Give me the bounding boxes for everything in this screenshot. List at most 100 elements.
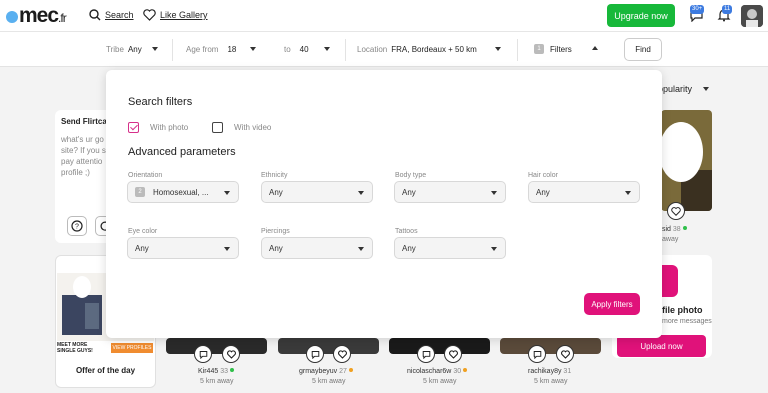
search-link[interactable]: Search	[89, 9, 134, 21]
top-header: mec.fr Search Like Gallery Upgrade now 3…	[0, 0, 768, 32]
hair-color-value: Any	[536, 187, 550, 197]
age-from-label: Age from	[186, 45, 219, 54]
with-photo-checkbox[interactable]	[128, 122, 139, 133]
with-video-checkbox[interactable]	[212, 122, 223, 133]
heart-icon	[560, 349, 570, 359]
avatar-image	[741, 5, 763, 27]
profile-age: 27	[339, 368, 347, 375]
age-from-value: 18	[227, 45, 237, 54]
message-button-4[interactable]	[528, 345, 546, 363]
offer-label: Offer of the day	[75, 366, 136, 375]
like-button-3[interactable]	[444, 345, 462, 363]
user-avatar[interactable]	[741, 5, 763, 27]
find-button[interactable]: Find	[624, 38, 662, 61]
right-like-button[interactable]	[667, 202, 685, 220]
age-to-filter[interactable]: to 40	[284, 45, 309, 54]
sort-chevron-down-icon	[703, 87, 709, 91]
profile-name-4[interactable]: rachikay8y 31	[528, 368, 571, 375]
chevron-down-icon	[358, 191, 364, 195]
message-button-2[interactable]	[306, 345, 324, 363]
like-button-2[interactable]	[333, 345, 351, 363]
search-link-label: Search	[105, 10, 134, 20]
location-chevron-down-icon	[495, 47, 501, 51]
right-profile-distance: away	[662, 236, 679, 243]
apply-filters-button[interactable]: Apply filters	[584, 293, 640, 315]
upload-photo-title: file photo	[662, 305, 703, 315]
flirtcast-text: what's ur go site? If you s pay attentio…	[61, 135, 106, 177]
right-profile-photo[interactable]	[661, 110, 712, 211]
profile-distance-4: 5 km away	[534, 378, 568, 385]
with-video-label: With video	[234, 123, 272, 132]
filters-label: Filters	[550, 45, 572, 54]
upgrade-button[interactable]: Upgrade now	[607, 4, 675, 27]
help-button[interactable]: ?	[67, 216, 87, 236]
profile-distance-3: 5 km away	[423, 378, 457, 385]
message-button-1[interactable]	[194, 345, 212, 363]
view-profiles-button[interactable]: VIEW PROFILES	[111, 343, 153, 353]
tattoos-value: Any	[402, 243, 416, 253]
away-indicator	[463, 368, 468, 372]
like-button-4[interactable]	[556, 345, 574, 363]
location-value: FRA, Bordeaux + 50 km	[391, 45, 477, 54]
heart-icon	[671, 206, 681, 216]
body-type-value: Any	[402, 187, 416, 197]
eye-color-select[interactable]: Any	[127, 237, 239, 259]
heart-icon	[448, 349, 458, 359]
ethnicity-select[interactable]: Any	[261, 181, 373, 203]
profile-age: 33	[220, 368, 228, 375]
tattoos-select[interactable]: Any	[394, 237, 506, 259]
chevron-down-icon	[358, 247, 364, 251]
sort-popularity[interactable]: opularity	[658, 84, 692, 94]
away-indicator	[348, 368, 353, 372]
divider	[172, 39, 173, 61]
filter-bar: Tribe Any Age from 18 to 40 Location FRA, Bo…	[0, 32, 768, 67]
search-filters-modal: Search filters With photo With video Adv…	[106, 70, 662, 338]
heart-icon	[143, 9, 156, 21]
profile-name-1[interactable]: Kir445 33	[198, 368, 234, 375]
tribe-filter[interactable]: Tribe Any	[106, 45, 142, 54]
eye-color-value: Any	[135, 243, 149, 253]
body-type-select[interactable]: Any	[394, 181, 506, 203]
body-type-label: Body type	[395, 172, 427, 179]
hair-color-select[interactable]: Any	[528, 181, 640, 203]
profile-age: 31	[563, 368, 572, 375]
profile-name-3[interactable]: nicolaschar6w 30	[407, 368, 468, 375]
filters-count-badge: 1	[534, 44, 544, 54]
ethnicity-value: Any	[269, 187, 283, 197]
hair-color-label: Hair color	[528, 172, 558, 179]
orientation-label: Orientation	[128, 172, 163, 179]
profile-photo-2[interactable]	[278, 338, 379, 354]
upload-now-button[interactable]: Upload now	[617, 335, 706, 357]
age-from-chevron-down-icon	[250, 47, 256, 51]
chevron-down-icon	[224, 191, 230, 195]
heart-icon	[337, 349, 347, 359]
message-button-3[interactable]	[417, 345, 435, 363]
piercings-label: Piercings	[261, 228, 290, 235]
filters-toggle[interactable]: Filters	[550, 45, 572, 54]
age-from-filter[interactable]: Age from 18	[186, 45, 236, 54]
profile-photo-1[interactable]	[166, 338, 267, 354]
site-logo[interactable]: mec.fr	[6, 4, 67, 28]
right-profile-name[interactable]: sid 38	[662, 226, 687, 233]
piercings-value: Any	[269, 243, 283, 253]
profile-photo-3[interactable]	[389, 338, 490, 354]
profile-photo-4[interactable]	[500, 338, 601, 354]
piercings-select[interactable]: Any	[261, 237, 373, 259]
profile-image	[661, 110, 712, 211]
divider	[345, 39, 346, 61]
question-icon: ?	[71, 220, 83, 232]
chevron-down-icon	[224, 247, 230, 251]
orientation-select[interactable]: 2 Homosexual, ...	[127, 181, 239, 203]
tattoos-label: Tattoos	[395, 228, 418, 235]
profile-distance-2: 5 km away	[312, 378, 346, 385]
like-button-1[interactable]	[222, 345, 240, 363]
chat-icon	[311, 350, 319, 359]
chat-icon	[422, 350, 430, 359]
upload-photo-subtitle: more messages	[662, 318, 712, 325]
location-filter[interactable]: Location FRA, Bordeaux + 50 km	[357, 45, 477, 54]
profile-username: grmaybeyuv	[299, 368, 338, 375]
profile-name-2[interactable]: grmaybeyuv 27	[299, 368, 353, 375]
svg-text:?: ?	[75, 224, 79, 231]
orientation-value: Homosexual, ...	[153, 187, 209, 197]
like-gallery-link[interactable]: Like Gallery	[143, 9, 208, 21]
